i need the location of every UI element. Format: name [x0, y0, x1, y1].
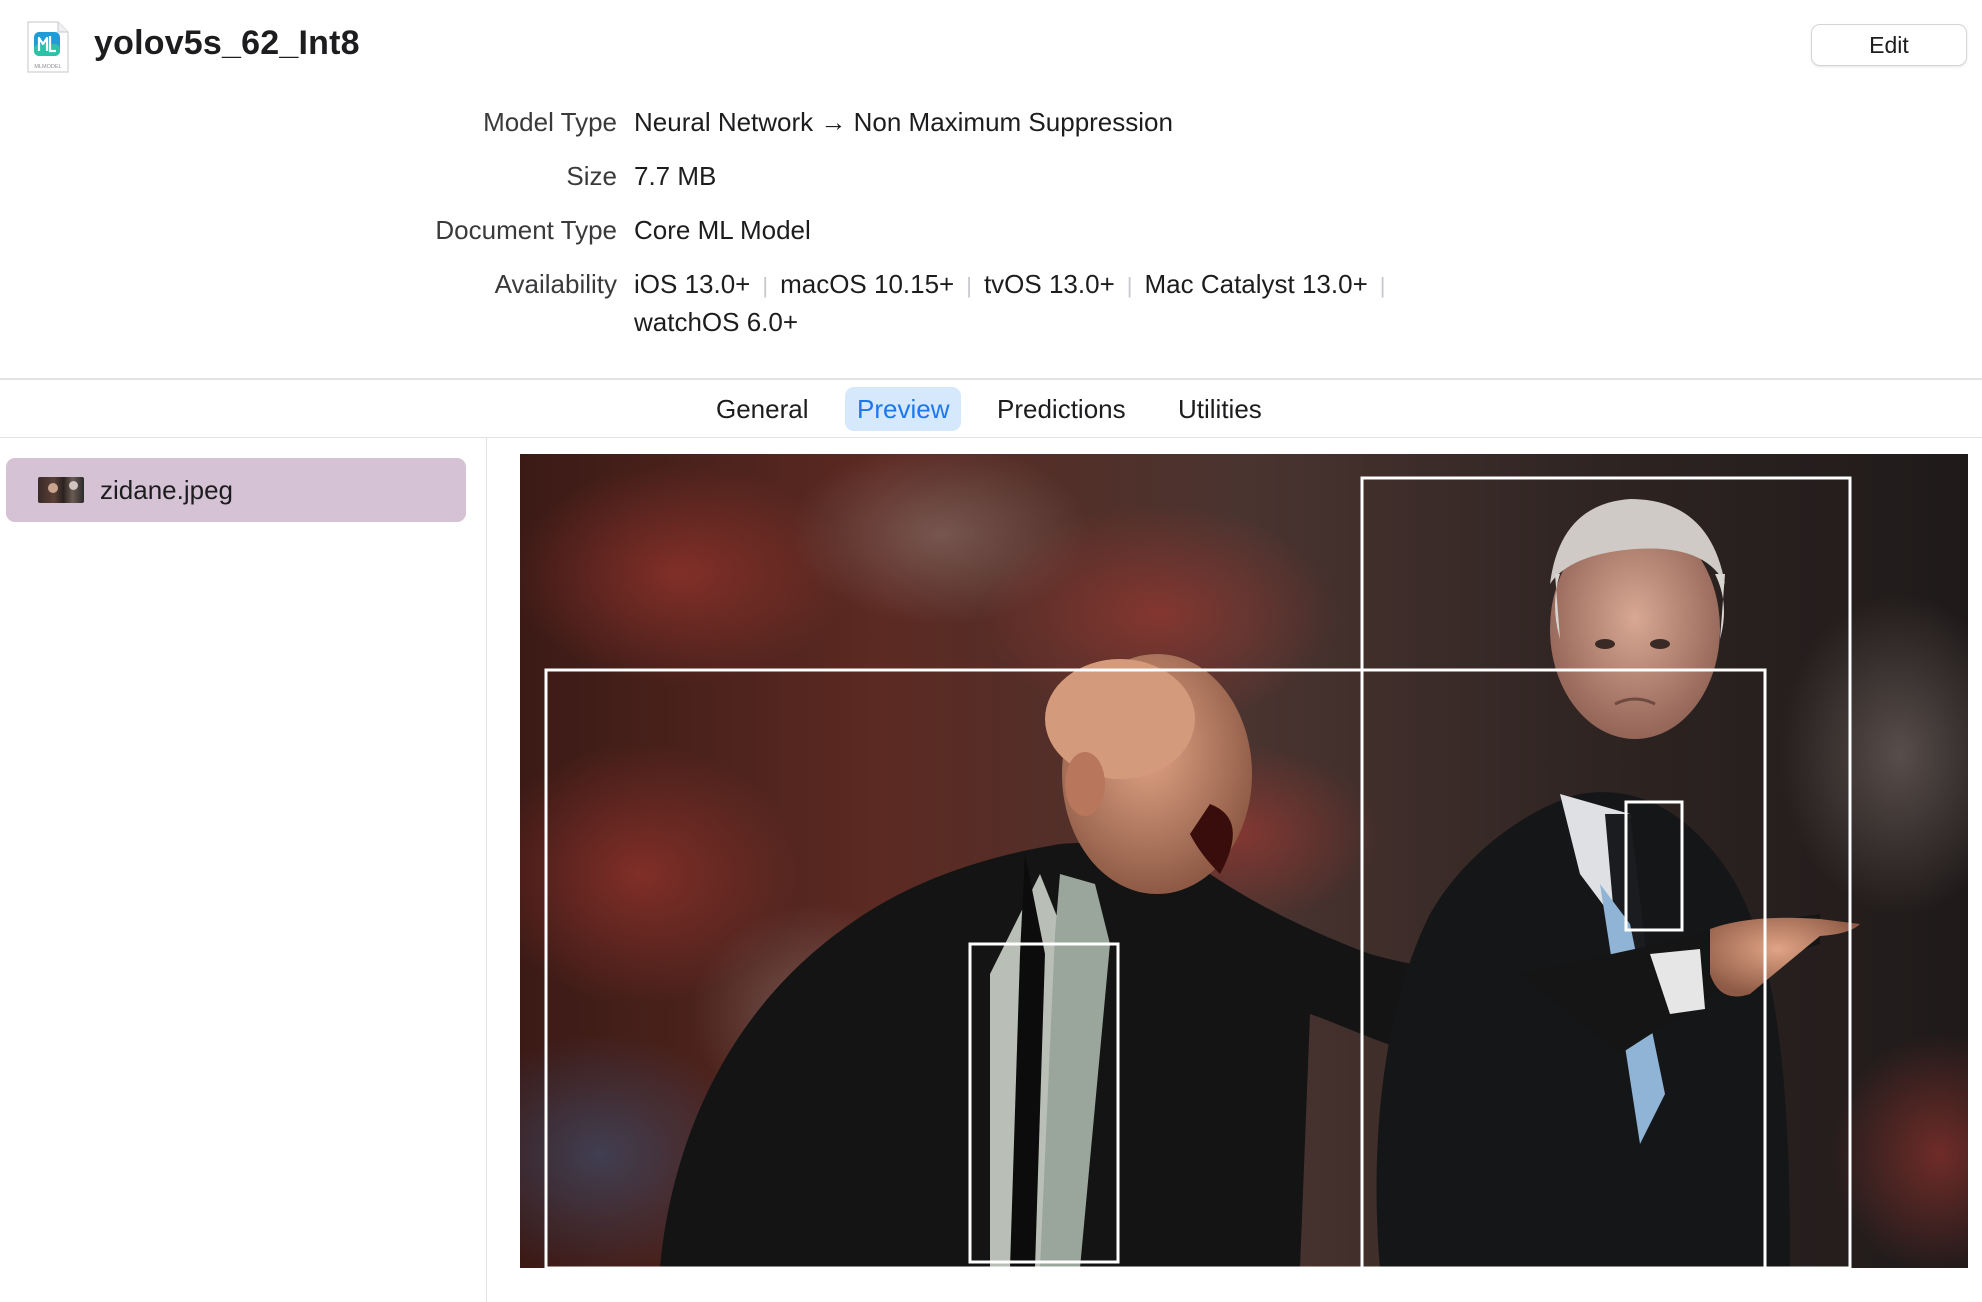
document-title: yolov5s_62_Int8	[94, 24, 360, 62]
tab-general[interactable]: General	[704, 387, 821, 431]
document-type-label: Document Type	[435, 215, 617, 245]
tab-preview[interactable]: Preview	[845, 387, 962, 431]
availability-separator: |	[966, 273, 972, 298]
model-type-label: Model Type	[483, 107, 617, 137]
availability-separator: |	[762, 273, 769, 298]
preview-image[interactable]	[520, 454, 1968, 1268]
image-thumbnail	[38, 477, 84, 503]
file-icon-caption: MLMODEL	[34, 64, 61, 70]
model-type-value: Neural Network → Non Maximum Suppression	[634, 107, 1173, 137]
availability-mac-catalyst: Mac Catalyst 13.0+	[1144, 269, 1368, 299]
preview-canvas	[520, 454, 1968, 1268]
tab-bar: General Preview Predictions Utilities	[0, 380, 1982, 437]
header: MLMODEL yolov5s_62_Int8 Edit	[0, 0, 1982, 90]
availability-tvos: tvOS 13.0+	[983, 269, 1115, 299]
model-viewer-window: MLMODEL yolov5s_62_Int8 Edit Model Type …	[0, 0, 1982, 1302]
availability-watchos: watchOS 6.0+	[634, 307, 799, 337]
sidebar-item-label: zidane.jpeg	[100, 475, 233, 505]
edit-button[interactable]: Edit	[1811, 24, 1967, 66]
availability-label: Availability	[494, 269, 617, 299]
sidebar-divider	[486, 438, 487, 1302]
availability-separator: |	[1379, 273, 1386, 298]
tab-predictions[interactable]: Predictions	[985, 387, 1138, 431]
availability-macos: macOS 10.15+	[780, 269, 955, 299]
document-type-value: Core ML Model	[634, 215, 811, 245]
availability-ios: iOS 13.0+	[634, 269, 751, 299]
sidebar-item-zidane[interactable]: zidane.jpeg	[6, 458, 466, 522]
availability-separator: |	[1126, 273, 1133, 298]
size-value: 7.7 MB	[634, 161, 717, 191]
availability-list: iOS 13.0+ | macOS 10.15+ | tvOS 13.0+ | Mac Ca…	[634, 266, 1454, 340]
tab-utilities[interactable]: Utilities	[1166, 387, 1274, 431]
image-sidebar: zidane.jpeg	[0, 438, 486, 1302]
size-label: Size	[566, 161, 617, 191]
mlmodel-file-icon: MLMODEL	[27, 21, 69, 73]
